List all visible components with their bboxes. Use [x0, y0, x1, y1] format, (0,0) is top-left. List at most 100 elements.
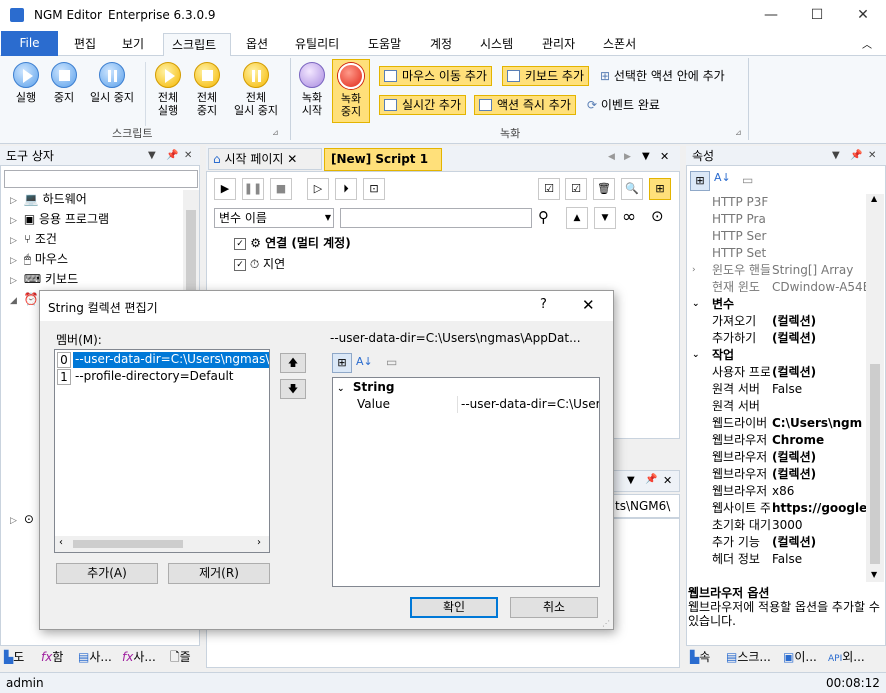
cancel-button[interactable]: 취소 [510, 597, 598, 618]
menu-script[interactable]: 스크립트 [163, 33, 231, 57]
scroll-right-icon[interactable]: › [257, 537, 261, 548]
menu-admin[interactable]: 관리자 [534, 33, 583, 56]
toolbox-tab-favorites[interactable]: 🗋즐 [170, 647, 191, 667]
add-mouse-move-button[interactable]: 마우스 이동 추가 [379, 66, 492, 86]
property-row[interactable]: 웹브라우저 (컬렉션) [688, 449, 866, 466]
zoom-button[interactable]: 🔍 [621, 178, 643, 200]
properties-close-icon[interactable]: ✕ [868, 146, 876, 166]
move-up-button[interactable]: ▲ [566, 207, 588, 229]
remove-member-button[interactable]: 제거(R) [168, 563, 270, 584]
menu-account[interactable]: 계정 [422, 33, 460, 56]
property-row[interactable]: 헤더 정보 False [688, 551, 866, 568]
move-down-button[interactable]: ▼ [594, 207, 616, 229]
delete-button[interactable]: 🗑 [593, 178, 615, 200]
stop-script-button[interactable]: ■ [270, 178, 292, 200]
menu-view[interactable]: 보기 [114, 33, 152, 56]
expand-icon[interactable]: ▷ [10, 252, 20, 270]
toolbox-dropdown-icon[interactable]: ▼ [148, 146, 156, 166]
scroll-down-icon[interactable]: ▼ [871, 570, 877, 579]
collapse-icon[interactable]: ⌄ [692, 347, 700, 364]
property-row[interactable]: 추가 기능 (컬렉션) [688, 534, 866, 551]
output-close-icon[interactable]: ✕ [663, 474, 672, 487]
full-pause-button[interactable]: 전체 일시 중지 [228, 62, 284, 117]
toolbox-item-application[interactable]: ▷ ▣ 응용 프로그램 [10, 210, 109, 230]
property-pages-icon[interactable]: ▭ [386, 355, 397, 369]
full-stop-button[interactable]: 전체 중지 [189, 62, 225, 117]
toolbox-item-mouse[interactable]: ▷ 🖱 마우스 [10, 250, 68, 270]
run-button[interactable]: 실행 [8, 62, 44, 104]
group-expand-icon-2[interactable]: ⊿ [735, 128, 742, 137]
move-member-up-button[interactable]: 🡅 [280, 353, 306, 373]
properties-dropdown-icon[interactable]: ▼ [832, 146, 840, 166]
search-icon[interactable]: ⚲ [538, 208, 549, 226]
maximize-button[interactable]: ☐ [794, 0, 840, 31]
sort-az-icon[interactable]: A↓ [714, 171, 731, 184]
script-line-delay[interactable]: ✓ ⏱ 지연 [234, 255, 285, 273]
sort-az-icon[interactable]: A↓ [356, 355, 373, 368]
property-row[interactable]: HTTP Pra [688, 211, 866, 228]
property-row[interactable]: 사용자 프로 (컬렉션) [688, 364, 866, 381]
menu-file[interactable]: File [1, 31, 58, 56]
properties-scroll-thumb[interactable] [870, 364, 880, 564]
tab-script-1[interactable]: [New] Script 1 ✕ [324, 148, 442, 186]
property-row[interactable]: 웹드라이버 C:\Users\ngm [688, 415, 866, 432]
property-category-variable[interactable]: ⌄ 변수 [688, 296, 866, 313]
resize-grip-icon[interactable]: ⋰ [602, 619, 610, 628]
toolbox-tab-function[interactable]: fx함 [41, 647, 63, 667]
property-category-string[interactable]: ⌄ String [337, 379, 394, 397]
toolbox-tab-toolbox[interactable]: ▙도 [4, 647, 24, 667]
menu-utility[interactable]: 유틸리티 [287, 33, 347, 56]
record-stop-button[interactable]: 녹화 중지 [332, 59, 370, 123]
expand-icon[interactable]: › [692, 262, 696, 279]
collapse-icon[interactable]: ◢ [10, 292, 20, 310]
menu-help[interactable]: 도움말 [360, 33, 409, 56]
check-all-button[interactable]: ☑ [538, 178, 560, 200]
record-start-button[interactable]: 녹화 시작 [295, 62, 329, 117]
menu-system[interactable]: 시스템 [472, 33, 521, 56]
categorized-icon[interactable]: ⊞ [690, 171, 710, 191]
add-realtime-button[interactable]: 실시간 추가 [379, 95, 467, 115]
property-row[interactable]: 원격 서버 False [688, 381, 866, 398]
run-step-button[interactable]: ⏵ [335, 178, 357, 200]
scroll-up-icon[interactable]: ▲ [871, 194, 877, 203]
toolbox-item-hardware[interactable]: ▷ 💻 하드웨어 [10, 190, 87, 210]
tab-scroll-left-icon[interactable]: ◀ [608, 152, 615, 162]
expand-icon[interactable]: ▷ [10, 232, 20, 250]
check-button[interactable]: ☑ [565, 178, 587, 200]
toolbox-pin-icon[interactable]: 📌 [166, 146, 178, 166]
move-member-down-button[interactable]: 🡇 [280, 379, 306, 399]
expand-icon[interactable]: ▷ [10, 512, 20, 530]
add-action-now-button[interactable]: 액션 즉시 추가 [474, 95, 576, 115]
property-row[interactable]: 웹브라우저 (컬렉션) [688, 466, 866, 483]
checkbox-checked[interactable]: ✓ [234, 237, 246, 250]
variable-select[interactable]: 변수 이름 ▼ [214, 208, 334, 228]
dialog-help-button[interactable]: ? [540, 297, 547, 312]
categorized-icon[interactable]: ⊞ [332, 353, 352, 373]
tab-scroll-right-icon[interactable]: ▶ [624, 152, 631, 162]
tab-start-page[interactable]: ⌂ 시작 페이지 ✕ [208, 148, 322, 170]
property-row[interactable]: HTTP P3F [688, 194, 866, 211]
property-row[interactable]: 웹브라우저 Chrome [688, 432, 866, 449]
pause-script-button[interactable]: ❚❚ [242, 178, 264, 200]
members-list-item-0[interactable]: 0 --user-data-dir=C:\Users\ngmas\AppData [57, 352, 269, 368]
toolbox-tab-user-fx[interactable]: fx사... [122, 647, 156, 667]
ribbon-collapse-icon[interactable]: ︿ [862, 36, 872, 51]
toolbox-item-condition[interactable]: ▷ ⑂ 조건 [10, 230, 57, 250]
pause-button[interactable]: 일시 중지 [84, 62, 140, 104]
in-selected-action-toggle[interactable]: ⊞ 선택한 액션 안에 추가 [600, 67, 725, 85]
stop-button[interactable]: 중지 [46, 62, 82, 104]
property-row[interactable]: 웹브라우저 x86 [688, 483, 866, 500]
property-row[interactable]: 추가하기 (컬렉션) [688, 330, 866, 347]
variable-value-input[interactable] [340, 208, 532, 228]
properties-tab-image[interactable]: ▣이... [783, 647, 817, 667]
property-row[interactable]: 현재 윈도 CDwindow-A54B [688, 279, 866, 296]
toolbox-tab-user[interactable]: ▤사... [78, 647, 112, 667]
infinity-icon[interactable]: ∞ [622, 207, 636, 227]
properties-pin-icon[interactable]: 📌 [850, 146, 862, 166]
toolbox-item-timer[interactable]: ◢ ⏰ [10, 290, 39, 310]
more-icon[interactable]: ⊙ [651, 207, 664, 225]
menu-options[interactable]: 옵션 [238, 33, 276, 56]
menu-sponsor[interactable]: 스폰서 [595, 33, 644, 56]
properties-tab-properties[interactable]: ▙속 [690, 647, 710, 667]
expand-icon[interactable]: ▷ [10, 212, 20, 230]
